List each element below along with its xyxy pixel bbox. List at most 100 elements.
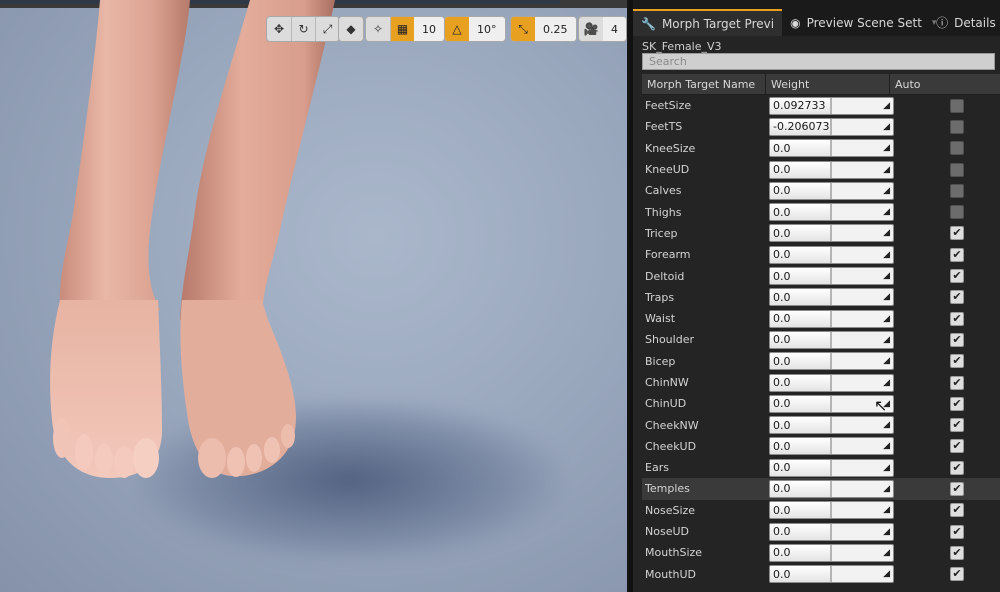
rotate-icon[interactable]: ↻ — [291, 17, 315, 41]
list-item[interactable]: Temples 0.0 ◢ ✔ — [642, 478, 1000, 500]
auto-checkbox[interactable]: ✔ — [950, 418, 964, 433]
resize-handle-icon[interactable]: ◢ — [883, 335, 890, 345]
weight-value[interactable]: 0.0 — [773, 376, 791, 389]
weight-value[interactable]: -0.206073 — [773, 120, 829, 133]
list-item[interactable]: KneeUD 0.0 ◢ — [642, 159, 1000, 180]
auto-checkbox[interactable]: ✔ — [950, 545, 964, 560]
weight-slider[interactable]: 0.0 ◢ — [769, 501, 894, 520]
list-item[interactable]: Deltoid 0.0 ◢ ✔ — [642, 265, 1000, 286]
weight-value[interactable]: 0.0 — [773, 333, 791, 346]
list-item[interactable]: Shoulder 0.0 ◢ ✔ — [642, 329, 1000, 350]
weight-slider[interactable]: 0.0 ◢ — [769, 565, 894, 584]
auto-checkbox[interactable] — [950, 205, 964, 220]
rotation-snap-value[interactable]: 10° — [469, 17, 505, 41]
weight-value[interactable]: 0.0 — [773, 482, 791, 495]
grid-snap-value[interactable]: 10 — [414, 17, 444, 41]
list-item[interactable]: Calves 0.0 ◢ — [642, 180, 1000, 201]
auto-checkbox[interactable]: ✔ — [950, 311, 964, 326]
weight-value[interactable]: 0.0 — [773, 163, 791, 176]
list-item[interactable]: KneeSize 0.0 ◢ — [642, 138, 1000, 159]
resize-handle-icon[interactable]: ◢ — [883, 506, 890, 515]
resize-handle-icon[interactable]: ◢ — [883, 250, 890, 260]
list-item[interactable]: MouthUD 0.0 ◢ ✔ — [642, 564, 1000, 585]
auto-checkbox[interactable] — [950, 183, 964, 198]
list-item[interactable]: NoseSize 0.0 ◢ ✔ — [642, 500, 1000, 521]
auto-checkbox[interactable] — [950, 162, 964, 177]
auto-checkbox[interactable]: ✔ — [950, 524, 964, 539]
world-coordinate-icon[interactable]: ◆ — [339, 17, 363, 41]
auto-checkbox[interactable]: ✔ — [950, 332, 964, 347]
auto-checkbox[interactable]: ✔ — [950, 460, 964, 475]
resize-handle-icon[interactable]: ◢ — [883, 527, 890, 537]
weight-value[interactable]: 0.0 — [773, 440, 791, 453]
resize-handle-icon[interactable]: ◢ — [883, 186, 890, 196]
list-item[interactable]: ChinUD 0.0 ◢ ✔ — [642, 393, 1000, 414]
grid-snap-icon[interactable]: ▦ — [390, 17, 414, 41]
weight-value[interactable]: 0.0 — [773, 546, 791, 559]
list-item[interactable]: ChinNW 0.0 ◢ ✔ — [642, 372, 1000, 393]
weight-slider[interactable]: 0.0 ◢ — [769, 160, 894, 179]
weight-slider[interactable]: 0.0 ◢ — [769, 373, 894, 392]
weight-slider[interactable]: -0.206073 ◢ — [769, 117, 894, 136]
weight-value[interactable]: 0.0 — [773, 291, 791, 304]
resize-handle-icon[interactable]: ◢ — [883, 272, 890, 281]
3d-viewport[interactable]: ✥ ↻ ⤢ ◆ ✧ ▦ 10 △ 10° ⤡ 0.25 🎥 4 — [0, 0, 627, 592]
weight-value[interactable]: 0.0 — [773, 461, 791, 474]
resize-handle-icon[interactable]: ◢ — [883, 314, 890, 324]
weight-slider[interactable]: 0.0 ◢ — [769, 203, 894, 222]
auto-checkbox[interactable]: ✔ — [950, 247, 964, 262]
weight-value[interactable]: 0.0 — [773, 397, 791, 410]
column-header-auto[interactable]: Auto — [890, 74, 921, 95]
weight-slider[interactable]: 0.0 ◢ — [769, 181, 894, 200]
scale-snap-icon[interactable]: ⤡ — [511, 17, 535, 41]
weight-slider[interactable]: 0.0 ◢ — [769, 245, 894, 264]
tab-morph-target-preview[interactable]: 🔧 Morph Target Previ — [633, 9, 783, 36]
list-item[interactable]: Traps 0.0 ◢ ✔ — [642, 287, 1000, 308]
list-item[interactable]: Waist 0.0 ◢ ✔ — [642, 308, 1000, 329]
resize-handle-icon[interactable]: ◢ — [883, 421, 890, 430]
resize-handle-icon[interactable]: ◢ — [883, 208, 890, 217]
weight-value[interactable]: 0.092733 — [773, 99, 826, 112]
auto-checkbox[interactable] — [950, 119, 964, 134]
resize-handle-icon[interactable]: ◢ — [883, 378, 890, 388]
list-item[interactable]: Thighs 0.0 ◢ — [642, 201, 1000, 222]
weight-slider[interactable]: 0.0 ◢ — [769, 352, 894, 371]
resize-handle-icon[interactable]: ◢ — [883, 165, 890, 175]
weight-value[interactable]: 0.0 — [773, 355, 791, 368]
tab-details[interactable]: ⓘ Details — [928, 9, 1000, 36]
auto-checkbox[interactable] — [950, 98, 964, 113]
resize-handle-icon[interactable]: ◢ — [883, 442, 890, 451]
auto-checkbox[interactable]: ✔ — [950, 269, 964, 284]
column-header-weight[interactable]: Weight — [766, 73, 890, 95]
tab-preview-scene-settings[interactable]: ◉ Preview Scene Sett ▾ — [782, 9, 936, 36]
weight-slider[interactable]: 0.0 ◢ — [769, 330, 894, 349]
list-item[interactable]: Ears 0.0 ◢ ✔ — [642, 457, 1000, 478]
list-item[interactable]: MouthSize 0.0 ◢ ✔ — [642, 542, 1000, 563]
resize-handle-icon[interactable]: ◢ — [883, 101, 890, 111]
surface-snap-icon[interactable]: ✧ — [366, 17, 390, 41]
weight-value[interactable]: 0.0 — [773, 419, 791, 432]
list-item[interactable]: FeetSize 0.092733 ◢ — [642, 95, 1000, 116]
resize-handle-icon[interactable]: ◢ — [883, 293, 890, 302]
weight-value[interactable]: 0.0 — [773, 270, 791, 283]
auto-checkbox[interactable]: ✔ — [950, 439, 964, 454]
weight-value[interactable]: 0.0 — [773, 504, 791, 517]
move-icon[interactable]: ✥ — [267, 17, 291, 41]
weight-slider[interactable]: 0.0 ◢ — [769, 416, 894, 435]
search-input[interactable]: Search — [642, 53, 995, 70]
weight-value[interactable]: 0.0 — [773, 568, 791, 581]
weight-slider[interactable]: 0.0 ◢ — [769, 522, 894, 541]
column-header-name[interactable]: Morph Target Name — [642, 73, 766, 95]
list-item[interactable]: NoseUD 0.0 ◢ ✔ — [642, 521, 1000, 542]
auto-checkbox[interactable]: ✔ — [950, 226, 964, 241]
resize-handle-icon[interactable]: ◢ — [883, 144, 890, 153]
weight-value[interactable]: 0.0 — [773, 248, 791, 261]
auto-checkbox[interactable]: ✔ — [950, 567, 964, 582]
resize-handle-icon[interactable]: ◢ — [883, 484, 890, 494]
scale-snap-value[interactable]: 0.25 — [535, 17, 576, 41]
weight-slider[interactable]: 0.0 ◢ — [769, 479, 894, 498]
camera-speed-icon[interactable]: 🎥 — [579, 17, 603, 41]
rotation-snap-icon[interactable]: △ — [445, 17, 469, 41]
list-item[interactable]: Bicep 0.0 ◢ ✔ — [642, 351, 1000, 372]
weight-slider[interactable]: 0.0 ◢ — [769, 437, 894, 456]
